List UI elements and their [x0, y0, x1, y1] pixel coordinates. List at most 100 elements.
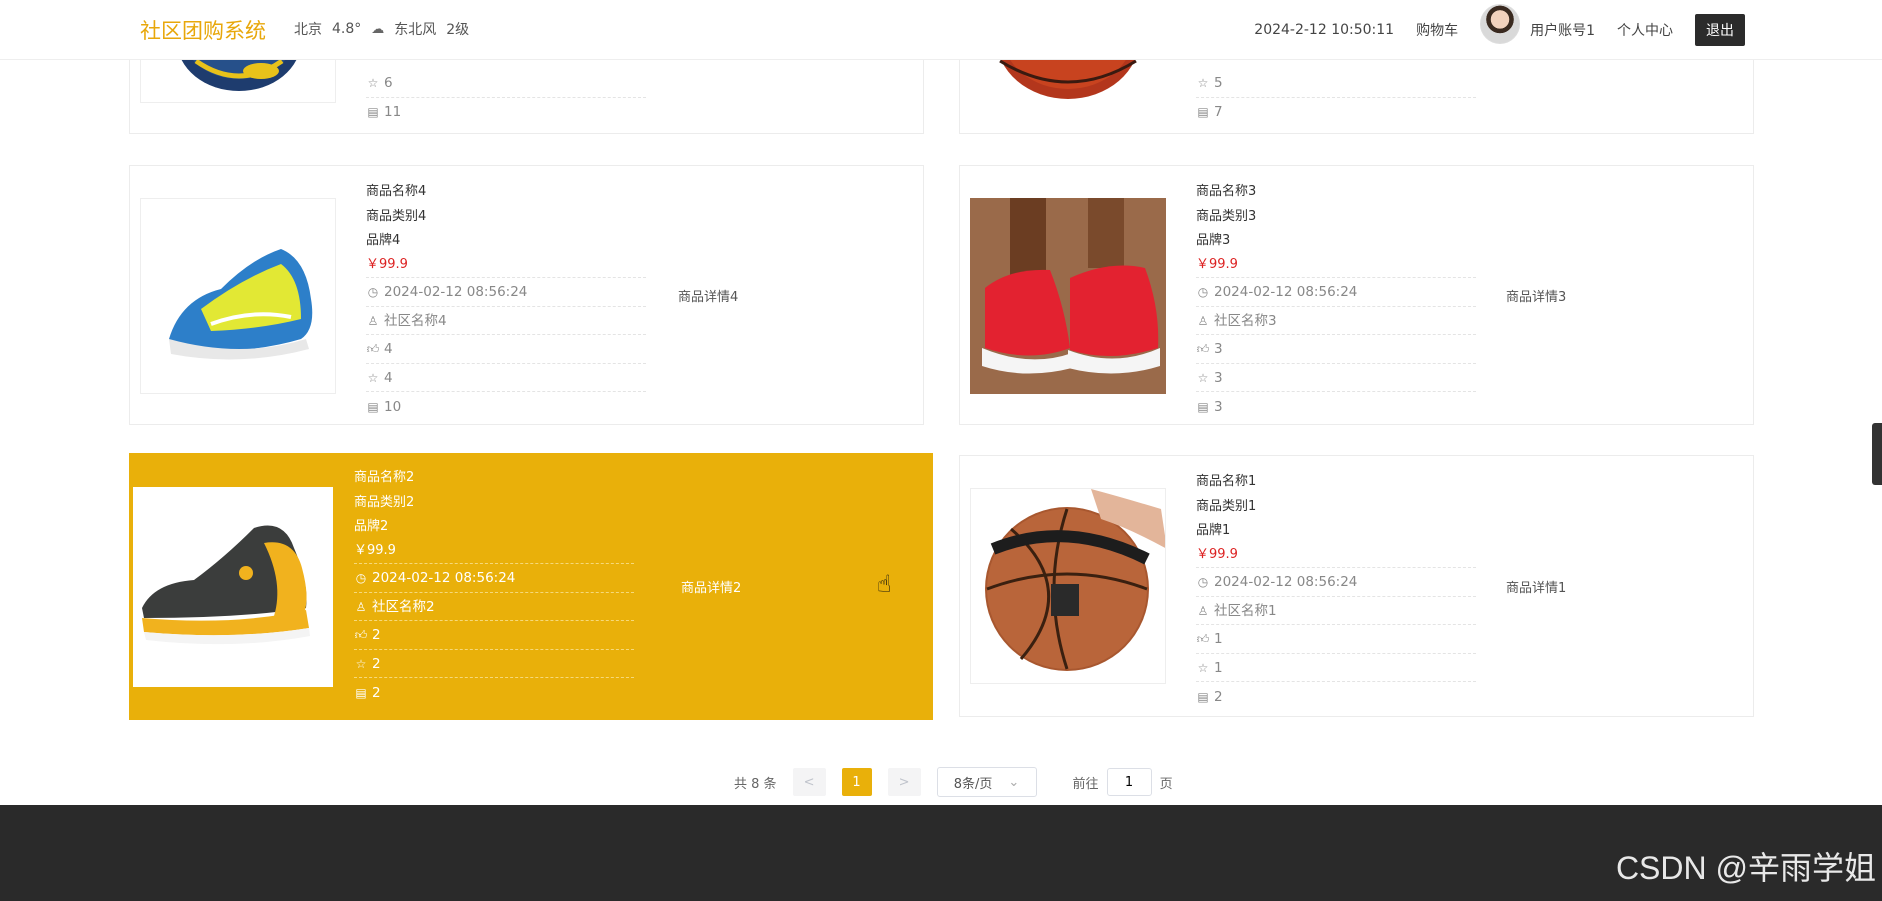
thumbs-up-icon: 👍︎ — [366, 342, 380, 357]
top-navbar: 社区团购系统 北京 4.8° ☁ 东北风 2级 2024-2-12 10:50:… — [0, 0, 1882, 60]
product-price: ￥99.9 — [354, 540, 634, 565]
thumbs-up-icon: 👍︎ — [354, 628, 368, 643]
comments-row: ▤ 2 — [1196, 682, 1476, 711]
next-page-button[interactable]: > — [887, 768, 921, 796]
product-detail: 商品详情1 — [1506, 580, 1567, 596]
goto-page-input[interactable] — [1106, 768, 1152, 796]
date-row: ◷ 2024-02-12 08:56:24 — [354, 564, 634, 593]
comment-icon: ▤ — [367, 104, 379, 119]
comment-icon: ▤ — [1197, 689, 1209, 704]
product-card[interactable]: 商品名称3 商品类别3 品牌3 ￥99.9 ◷ 2024-02-12 08:56:… — [959, 165, 1754, 425]
product-info: 商品名称1 商品类别1 品牌1 ￥99.9 ◷ 2024-02-12 08:56:… — [1196, 470, 1476, 711]
logout-button[interactable]: 退出 — [1695, 14, 1745, 46]
comments-row: ▤ 11 — [366, 98, 646, 127]
goto-unit: 页 — [1159, 776, 1173, 792]
clock-icon: ◷ — [1197, 575, 1209, 590]
user-icon: ♙ — [367, 313, 379, 328]
comment-icon: ▤ — [367, 399, 379, 414]
product-category: 商品类别3 — [1196, 208, 1257, 224]
product-name: 商品名称2 — [354, 470, 415, 486]
pagination-total: 共 8 条 — [734, 776, 777, 792]
sneaker-image-icon — [169, 249, 313, 360]
product-info: 商品名称3 商品类别3 品牌3 ￥99.9 ◷ 2024-02-12 08:56:… — [1196, 180, 1476, 421]
product-card[interactable]: 商品名称1 商品类别1 品牌1 ￥99.9 ◷ 2024-02-12 08:56:… — [959, 455, 1754, 717]
product-info: ☆ 5 ▤ 7 — [1196, 69, 1476, 126]
prev-page-button[interactable]: < — [792, 768, 826, 796]
cloud-icon: ☁ — [371, 21, 385, 37]
product-info: ☆ 6 ▤ 11 — [366, 69, 646, 126]
product-name: 商品名称4 — [366, 184, 427, 200]
star-icon: ☆ — [367, 75, 379, 90]
comments-row: ▤ 10 — [366, 392, 646, 421]
star-icon: ☆ — [1197, 370, 1209, 385]
date-row: ◷ 2024-02-12 08:56:24 — [1196, 278, 1476, 307]
favorites-row: ☆ 3 — [1196, 364, 1476, 393]
favorites-row: ☆ 6 — [366, 69, 646, 98]
comment-icon: ▤ — [355, 685, 367, 700]
favorites-row: ☆ 4 — [366, 364, 646, 393]
date-row: ◷ 2024-02-12 08:56:24 — [1196, 568, 1476, 597]
weather-wind-level: 2级 — [446, 22, 470, 38]
red-sneaker-image-icon — [970, 198, 1166, 394]
star-icon: ☆ — [367, 370, 379, 385]
page-size-value: 8条/页 — [953, 776, 993, 792]
header-actions: 2024-2-12 10:50:11 购物车 用户账号1 个人中心 退出 — [1254, 0, 1745, 60]
community-row: ♙ 社区名称4 — [366, 307, 646, 336]
comment-icon: ▤ — [1197, 399, 1209, 414]
site-brand[interactable]: 社区团购系统 — [140, 15, 266, 45]
product-price: ￥99.9 — [1196, 254, 1476, 279]
favorites-row: ☆ 1 — [1196, 654, 1476, 683]
product-name: 商品名称1 — [1196, 474, 1257, 490]
side-scroll-tab[interactable] — [1872, 423, 1882, 485]
weather-city: 北京 — [294, 22, 322, 38]
community-row: ♙ 社区名称1 — [1196, 597, 1476, 626]
likes-row: 👍︎ 2 — [354, 621, 634, 650]
product-detail: 商品详情3 — [1506, 289, 1567, 305]
product-info: 商品名称2 商品类别2 品牌2 ￥99.9 ◷ 2024-02-12 08:56:… — [354, 466, 634, 707]
cart-link[interactable]: 购物车 — [1416, 20, 1458, 40]
favorites-row: ☆ 2 — [354, 650, 634, 679]
product-price: ￥99.9 — [1196, 544, 1476, 569]
product-image[interactable] — [133, 487, 333, 687]
product-brand: 品牌4 — [366, 233, 401, 249]
clock-icon: ◷ — [1197, 285, 1209, 300]
product-detail: 商品详情4 — [678, 289, 739, 305]
product-category: 商品类别1 — [1196, 498, 1257, 514]
product-detail: 商品详情2 — [681, 581, 742, 596]
community-row: ♙ 社区名称2 — [354, 593, 634, 622]
goto-label: 前往 — [1072, 776, 1099, 792]
profile-link[interactable]: 个人中心 — [1617, 20, 1673, 40]
product-brand: 品牌3 — [1196, 233, 1231, 249]
footer — [0, 805, 1882, 901]
username-link[interactable]: 用户账号1 — [1530, 20, 1595, 40]
page-number-button[interactable]: 1 — [841, 768, 872, 796]
avatar[interactable] — [1480, 4, 1521, 44]
likes-row: 👍︎ 1 — [1196, 625, 1476, 654]
weather-widget: 北京 4.8° ☁ 东北风 2级 — [294, 19, 469, 39]
page-size-select[interactable]: 8条/页 ⌄ — [936, 767, 1037, 797]
product-category: 商品类别4 — [366, 208, 427, 224]
product-image[interactable] — [970, 198, 1166, 394]
product-image[interactable] — [970, 488, 1166, 684]
hand-cursor-icon: ☝ — [877, 570, 892, 598]
product-info: 商品名称4 商品类别4 品牌4 ￥99.9 ◷ 2024-02-12 08:56:… — [366, 180, 646, 421]
weather-wind: 东北风 — [394, 22, 437, 38]
watermark: CSDN @辛雨学姐 — [1615, 850, 1876, 886]
basketball-image-icon — [971, 489, 1165, 683]
date-row: ◷ 2024-02-12 08:56:24 — [366, 278, 646, 307]
clock-icon: ◷ — [355, 571, 367, 586]
thumbs-up-icon: 👍︎ — [1196, 632, 1210, 647]
star-icon: ☆ — [1197, 75, 1209, 90]
weather-temp: 4.8° — [332, 21, 362, 37]
product-brand: 品牌1 — [1196, 523, 1231, 539]
comments-row: ▤ 2 — [354, 678, 634, 707]
product-price: ￥99.9 — [366, 254, 646, 279]
chevron-down-icon: ⌄ — [1008, 774, 1020, 790]
product-name: 商品名称3 — [1196, 184, 1257, 200]
thumbs-up-icon: 👍︎ — [1196, 342, 1210, 357]
user-icon: ♙ — [1197, 603, 1209, 618]
product-card-hovered[interactable]: 商品名称2 商品类别2 品牌2 ￥99.9 ◷ 2024-02-12 08:56:… — [129, 453, 933, 720]
product-card[interactable]: 商品名称4 商品类别4 品牌4 ￥99.9 ◷ 2024-02-12 08:56:… — [129, 165, 924, 425]
product-image[interactable] — [140, 198, 336, 394]
comments-row: ▤ 7 — [1196, 98, 1476, 127]
